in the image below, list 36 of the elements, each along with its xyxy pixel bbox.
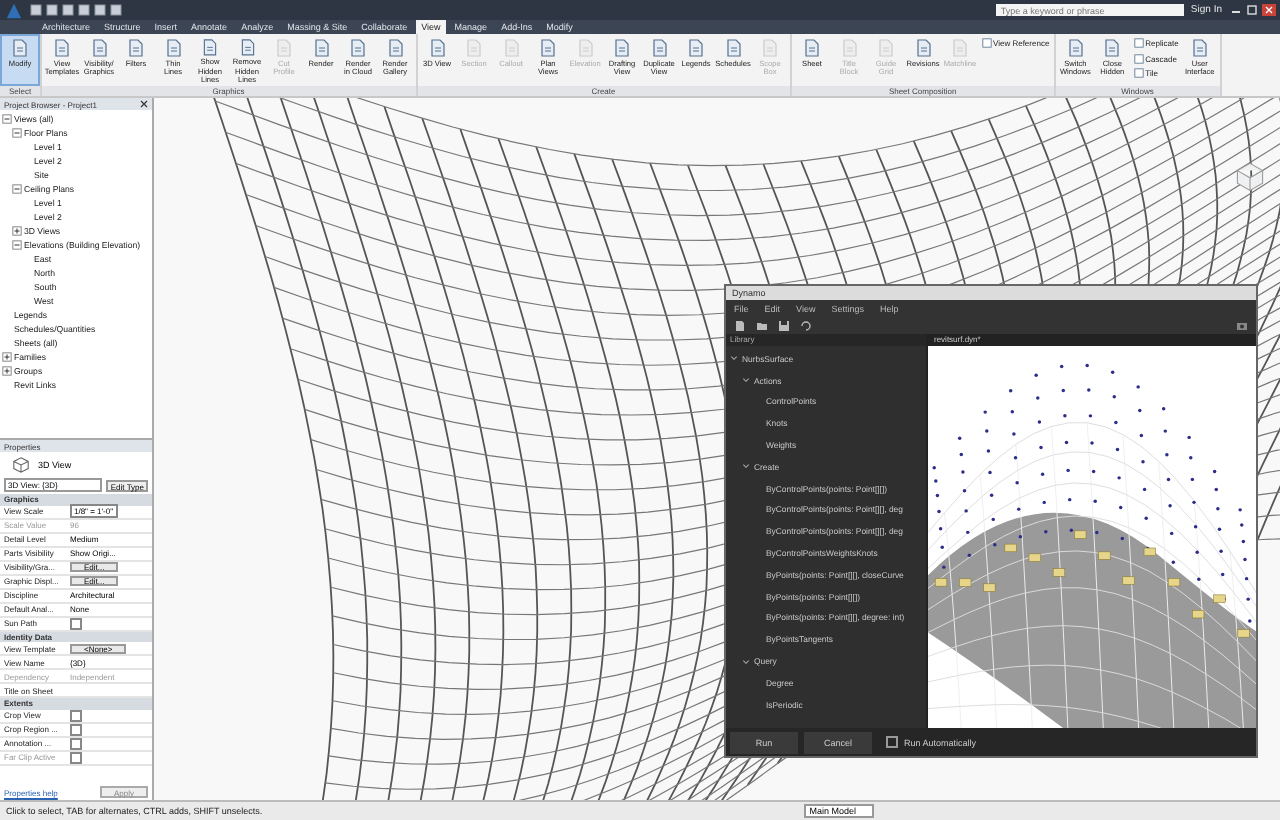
expand-toggle[interactable]	[2, 352, 12, 362]
document-icon	[385, 38, 405, 58]
document-icon	[200, 38, 220, 57]
view-cube-icon[interactable]	[1232, 158, 1268, 194]
collapse-toggle[interactable]	[12, 240, 22, 250]
close-icon[interactable]	[140, 100, 148, 108]
save-icon[interactable]	[778, 319, 790, 331]
expand-toggle[interactable]	[2, 366, 12, 376]
document-icon	[10, 38, 30, 58]
document-icon	[348, 38, 368, 58]
document-icon	[723, 38, 743, 58]
document-icon	[163, 38, 183, 58]
document-icon	[1189, 38, 1210, 58]
document-icon	[1065, 38, 1086, 58]
undo-icon[interactable]	[800, 319, 812, 331]
document-icon	[89, 38, 109, 58]
collapse-toggle[interactable]	[12, 184, 22, 194]
camera-icon[interactable]	[1236, 319, 1248, 331]
expand-toggle[interactable]	[12, 226, 22, 236]
document-icon	[802, 38, 822, 58]
collapse-toggle[interactable]	[12, 128, 22, 138]
document-icon	[686, 38, 706, 58]
checkbox[interactable]	[886, 736, 898, 748]
cube-icon	[12, 455, 30, 473]
window-controls-icon[interactable]	[1228, 4, 1276, 16]
document-icon	[649, 38, 669, 58]
document-icon	[913, 38, 933, 58]
document-icon	[538, 38, 558, 58]
document-icon	[126, 38, 146, 58]
document-icon	[1102, 38, 1123, 58]
collapse-toggle[interactable]	[2, 114, 12, 124]
document-icon	[427, 38, 447, 58]
document-icon	[237, 38, 257, 57]
document-icon	[52, 38, 72, 58]
document-icon	[612, 38, 632, 58]
document-icon	[311, 38, 331, 58]
